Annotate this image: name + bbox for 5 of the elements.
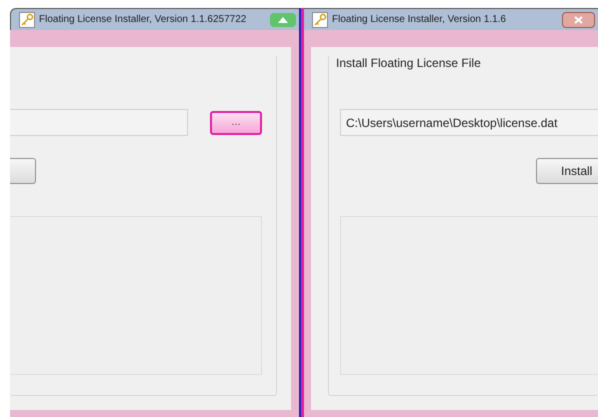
path-field[interactable]: C:\Users\username\Desktop\license.dat <box>340 109 598 136</box>
window-title: Floating License Installer, Version 1.1.6 <box>332 13 506 27</box>
install-button[interactable]: Install <box>536 158 598 184</box>
window-title: Floating License Installer, Version 1.1.6257722 <box>39 13 246 27</box>
browse-button[interactable]: ... <box>210 110 262 134</box>
